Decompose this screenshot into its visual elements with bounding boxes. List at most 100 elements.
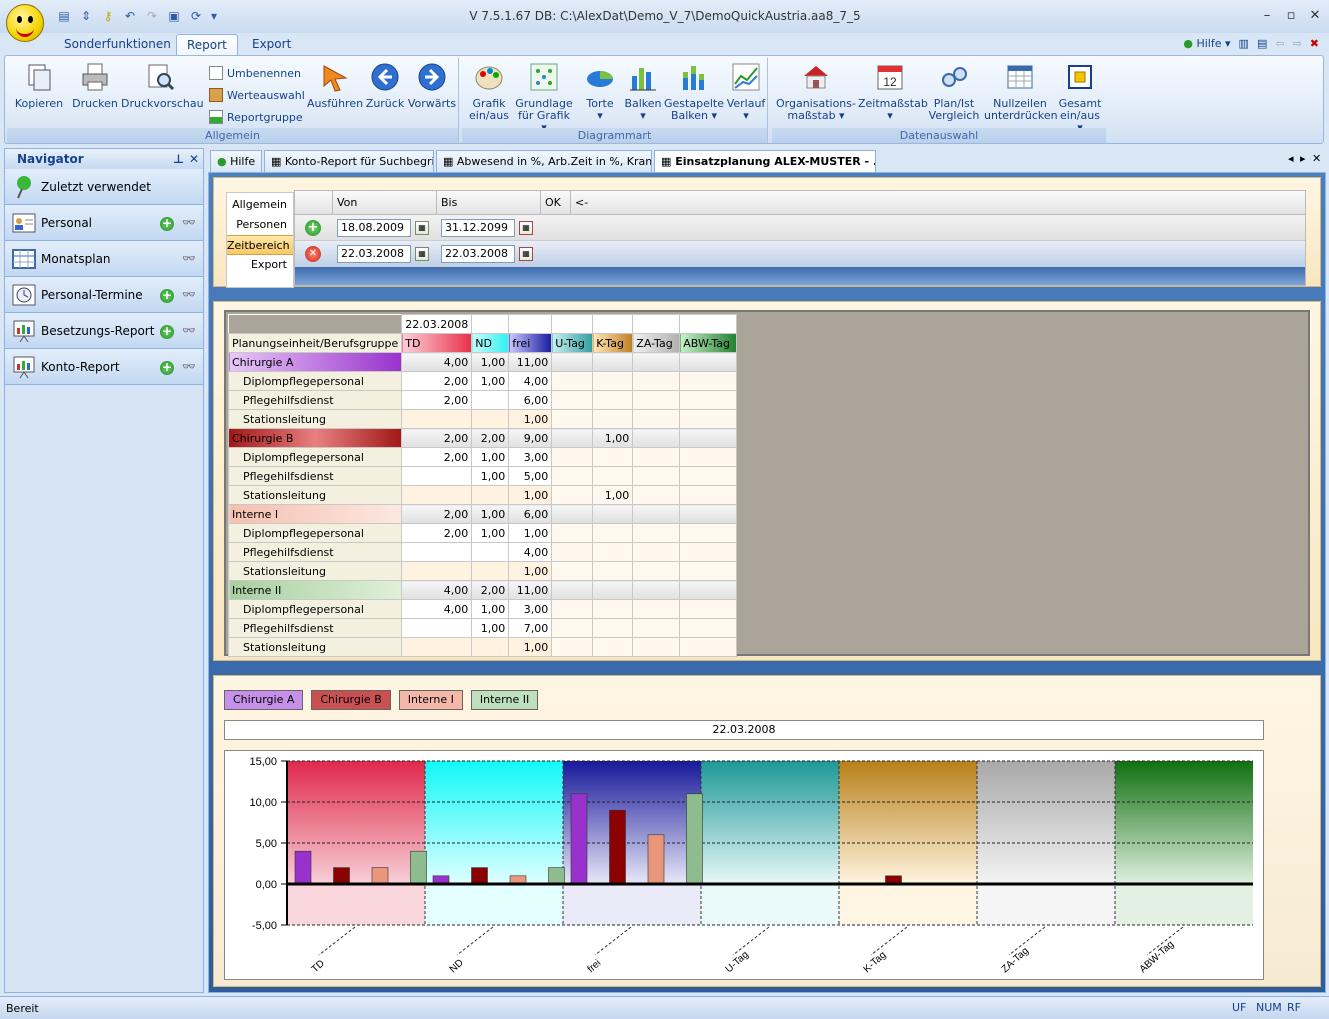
add-row-icon[interactable]: +: [305, 220, 321, 236]
help-button[interactable]: ● Hilfe ▾: [1183, 37, 1230, 50]
nav-personal[interactable]: Personal + 👓: [5, 205, 203, 241]
undo-icon[interactable]: ↶: [121, 8, 139, 24]
add-termine-icon[interactable]: +: [160, 289, 174, 303]
werteauswahl-button[interactable]: Werteauswahl: [209, 86, 305, 104]
forward-nav-icon[interactable]: ⇨: [1293, 37, 1302, 50]
pivot-col-header[interactable]: ND: [471, 333, 510, 353]
tab-close-icon[interactable]: ✕: [1312, 152, 1321, 165]
pivot-row-label[interactable]: Diplompflegepersonal: [227, 523, 403, 543]
save-icon[interactable]: ▣: [165, 8, 183, 24]
grafik-toggle-button[interactable]: Grafik ein/aus: [464, 62, 514, 122]
umbenennen-button[interactable]: Umbenennen: [209, 64, 301, 82]
pivot-col-header[interactable]: TD: [401, 333, 473, 353]
gestapelte-balken-button[interactable]: Gestapelte Balken ▾: [664, 62, 724, 122]
redo-icon[interactable]: ↷: [143, 8, 161, 24]
tab-sonderfunktionen[interactable]: Sonderfunktionen: [54, 34, 181, 55]
pivot-col-header[interactable]: frei: [508, 333, 553, 353]
pivot-row-label[interactable]: Chirurgie A: [227, 352, 403, 372]
pivot-col-header[interactable]: K-Tag: [592, 333, 634, 353]
minimize-icon[interactable]: –: [1256, 8, 1278, 24]
drucken-button[interactable]: Drucken: [69, 62, 121, 110]
nullzeilen-button[interactable]: Nullzeilen unterdrücken: [984, 62, 1058, 122]
pin-icon[interactable]: ⊥: [173, 149, 184, 169]
delete-row-icon[interactable]: ✕: [305, 246, 321, 262]
pivot-col-header[interactable]: U-Tag: [551, 333, 594, 353]
tab-export[interactable]: Export: [242, 34, 301, 55]
calendar-icon[interactable]: ▦: [519, 221, 533, 235]
zurueck-button[interactable]: Zurück: [363, 62, 407, 110]
view-konto-icon[interactable]: 👓: [182, 361, 198, 372]
pivot-row-label[interactable]: Stationsleitung: [227, 637, 403, 657]
nav-besetzungs-report[interactable]: Besetzungs-Report + 👓: [5, 313, 203, 349]
bis-input-1[interactable]: 31.12.2099: [441, 219, 515, 237]
calendar-icon[interactable]: ▦: [519, 247, 533, 261]
nav-konto-report[interactable]: Konto-Report + 👓: [5, 349, 203, 385]
panel-layout2-icon[interactable]: ▤: [1257, 37, 1267, 50]
doctab-hilfe[interactable]: ● Hilfe: [210, 150, 262, 172]
sidetab-zeitbereich[interactable]: Zeitbereich: [227, 235, 293, 255]
pivot-row-label[interactable]: Chirurgie B: [227, 428, 403, 448]
panel-layout-icon[interactable]: ▥: [1239, 37, 1249, 50]
ausfuehren-button[interactable]: Ausführen: [307, 62, 363, 110]
von-input-1[interactable]: 18.08.2009: [337, 219, 411, 237]
add-personal-icon[interactable]: +: [160, 217, 174, 231]
pivot-row-label[interactable]: Pflegehilfsdienst: [227, 618, 403, 638]
tab-report[interactable]: Report: [176, 34, 238, 55]
pivot-row-label[interactable]: Pflegehilfsdienst: [227, 542, 403, 562]
von-input-2[interactable]: 22.03.2008: [337, 245, 411, 263]
legend-chirurgie-a[interactable]: Chirurgie A: [224, 690, 304, 710]
refresh-icon[interactable]: ⟳: [187, 8, 205, 24]
grundlage-button[interactable]: Grundlagefür Grafik ▾: [514, 62, 574, 134]
verlauf-button[interactable]: Verlauf ▾: [726, 62, 766, 122]
pivot-row-label[interactable]: Stationsleitung: [227, 561, 403, 581]
reportgruppe-button[interactable]: Reportgruppe: [209, 108, 303, 126]
balken-button[interactable]: Balken ▾: [622, 62, 664, 122]
nav-personal-termine[interactable]: Personal-Termine + 👓: [5, 277, 203, 313]
vorwaerts-button[interactable]: Vorwärts: [407, 62, 457, 110]
maximize-icon[interactable]: ▫: [1280, 8, 1302, 24]
key-icon[interactable]: ⚷: [99, 8, 117, 24]
calendar-icon[interactable]: ▦: [415, 221, 429, 235]
organisationsmassstab-button[interactable]: Organisations-maßstab ▾: [776, 62, 856, 122]
arrows-icon[interactable]: ⇕: [77, 8, 95, 24]
pivot-row-label[interactable]: Interne I: [227, 504, 403, 524]
close-icon[interactable]: ✕: [189, 149, 199, 169]
bis-input-2[interactable]: 22.03.2008: [441, 245, 515, 263]
zeitmassstab-button[interactable]: 12 Zeitmaßstab ▾: [858, 62, 928, 122]
kopieren-button[interactable]: Kopieren: [11, 62, 67, 110]
pivot-row-label[interactable]: Pflegehilfsdienst: [227, 466, 403, 486]
close-icon[interactable]: ✕: [1304, 8, 1326, 24]
pivot-row-label[interactable]: Interne II: [227, 580, 403, 600]
legend-interne-ii[interactable]: Interne II: [470, 690, 539, 710]
plan-ist-vergleich-button[interactable]: Plan/Ist Vergleich: [924, 62, 984, 122]
gesamt-toggle-button[interactable]: Gesamtein/aus ▾: [1056, 62, 1104, 134]
doctab-einsatzplanung[interactable]: ▦ Einsatzplanung ALEX-MUSTER - ...: [654, 150, 876, 173]
torte-button[interactable]: Torte ▾: [580, 62, 620, 122]
close-doc-icon[interactable]: ✖: [1310, 37, 1319, 50]
app-logo-icon[interactable]: [6, 4, 44, 42]
back-nav-icon[interactable]: ⇦: [1275, 37, 1284, 50]
pivot-row-label[interactable]: Diplompflegepersonal: [227, 599, 403, 619]
pivot-row-label[interactable]: Diplompflegepersonal: [227, 371, 403, 391]
view-besetzungs-icon[interactable]: 👓: [182, 325, 198, 336]
pivot-row-label[interactable]: Diplompflegepersonal: [227, 447, 403, 467]
view-monatsplan-icon[interactable]: 👓: [182, 253, 198, 264]
tab-prev-icon[interactable]: ◂: [1288, 152, 1294, 165]
layout-icon[interactable]: ▤: [55, 8, 73, 24]
pivot-row-label[interactable]: Pflegehilfsdienst: [227, 390, 403, 410]
sidetab-personen[interactable]: Personen: [227, 215, 293, 235]
legend-interne-i[interactable]: Interne I: [398, 690, 463, 710]
add-konto-icon[interactable]: +: [160, 361, 174, 375]
add-besetzungs-icon[interactable]: +: [160, 325, 174, 339]
customize-arrow-icon[interactable]: ▾: [209, 8, 219, 24]
nav-recent[interactable]: Zuletzt verwendet: [5, 169, 203, 205]
pivot-row-label[interactable]: Stationsleitung: [227, 409, 403, 429]
doctab-abwesend[interactable]: ▦ Abwesend in %, Arb.Zeit in %, Kran...: [436, 150, 652, 172]
sidetab-allgemein[interactable]: Allgemein: [227, 195, 293, 215]
tab-next-icon[interactable]: ▸: [1300, 152, 1306, 165]
pivot-row-label[interactable]: Stationsleitung: [227, 485, 403, 505]
legend-chirurgie-b[interactable]: Chirurgie B: [311, 690, 391, 710]
calendar-icon[interactable]: ▦: [415, 247, 429, 261]
doctab-konto-report[interactable]: ▦ Konto-Report für Suchbegriff: [264, 150, 434, 172]
nav-monatsplan[interactable]: Monatsplan 👓: [5, 241, 203, 277]
